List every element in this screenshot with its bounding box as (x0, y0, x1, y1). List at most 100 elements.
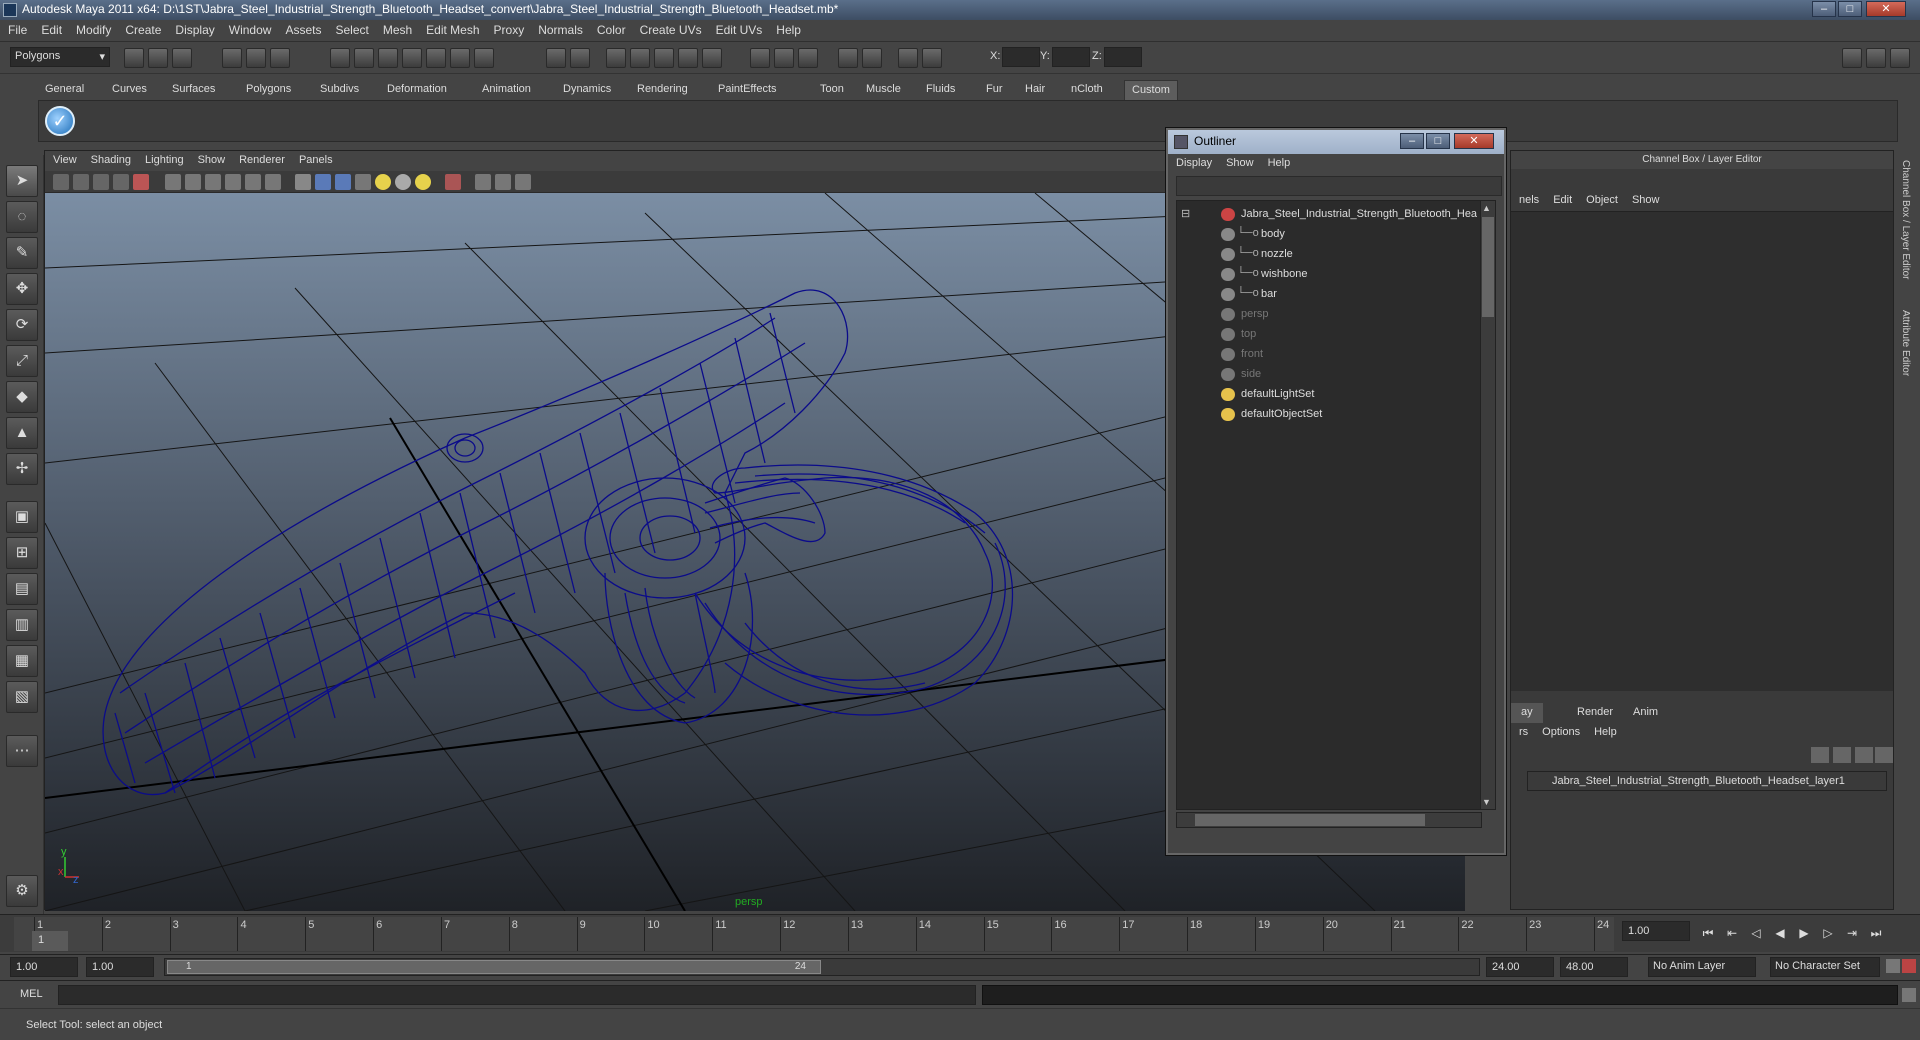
soft-mod-tool-icon[interactable]: ▲ (6, 417, 38, 449)
go-to-start-icon[interactable]: ⏮ (1698, 923, 1718, 943)
menu-set-dropdown[interactable]: Polygons ▾ (10, 47, 110, 67)
outliner-row-top[interactable]: top (1177, 325, 1477, 345)
outliner-row-defaultobjectset[interactable]: defaultObjectSet (1177, 405, 1477, 425)
render-frame-icon[interactable] (570, 48, 590, 68)
graph-layout-icon[interactable]: ▧ (6, 681, 38, 713)
menu-create-uvs[interactable]: Create UVs (632, 20, 708, 42)
outliner-toggle-icon[interactable] (798, 48, 818, 68)
shelf-tab-dynamics[interactable]: Dynamics (556, 80, 618, 100)
shelf-tab-muscle[interactable]: Muscle (859, 80, 908, 100)
bookmark-icon[interactable] (93, 174, 109, 190)
layer-menu-help[interactable]: Help (1586, 723, 1623, 738)
outliner-minimize-button[interactable]: – (1400, 133, 1424, 149)
script-editor-button-icon[interactable] (1902, 988, 1916, 1002)
channel-box-vertical-tab[interactable]: Channel Box / Layer Editor (1900, 160, 1911, 280)
time-slider[interactable]: 1 2 3 4 5 6 7 8 9 10 11 12 13 14 15 16 17 18 19 20 21 22 23 24 1… (0, 914, 1920, 952)
graph-editor-icon[interactable] (774, 48, 794, 68)
display-layer-row[interactable]: Jabra_Steel_Industrial_Strength_Bluetoot… (1527, 771, 1887, 791)
outliner-menu-display[interactable]: Display (1168, 154, 1218, 169)
hypershade-icon[interactable] (678, 48, 698, 68)
layer-tab-render[interactable]: Render (1567, 703, 1623, 723)
menu-file[interactable]: File (0, 20, 33, 42)
shelf-tab-curves[interactable]: Curves (105, 80, 154, 100)
outliner-row-persp[interactable]: persp (1177, 305, 1477, 325)
layer-menu-options[interactable]: Options (1534, 723, 1586, 738)
last-tool-icon[interactable]: ✢ (6, 453, 38, 485)
shelf-tab-subdivs[interactable]: Subdivs (313, 80, 366, 100)
menu-color[interactable]: Color (589, 20, 632, 42)
shelf-tab-surfaces[interactable]: Surfaces (165, 80, 222, 100)
headset-wireframe[interactable] (102, 289, 1013, 796)
new-layer-icon[interactable] (1811, 747, 1829, 763)
shelf-tab-painteffects[interactable]: PaintEffects (711, 80, 784, 100)
paint-select-tool-icon[interactable]: ✎ (6, 237, 38, 269)
layer-menu-rs[interactable]: rs (1511, 723, 1534, 738)
light-spot-icon[interactable] (415, 174, 431, 190)
select-camera-icon[interactable] (445, 174, 461, 190)
outliner-menu-help[interactable]: Help (1260, 154, 1297, 169)
step-back-frame-icon[interactable]: ◁ (1746, 923, 1766, 943)
auto-key-icon[interactable] (1886, 959, 1900, 973)
menu-proxy[interactable]: Proxy (486, 20, 531, 42)
collapse-toggle-icon[interactable]: ⊟ (1181, 207, 1190, 220)
wireframe-icon[interactable] (185, 174, 201, 190)
outliner-vscroll-thumb[interactable] (1482, 217, 1494, 317)
animation-end-field[interactable]: 48.00 (1560, 957, 1628, 977)
attribute-editor-vertical-tab[interactable]: Attribute Editor (1900, 310, 1911, 376)
shelf-tab-deformation[interactable]: Deformation (380, 80, 454, 100)
attribute-icon[interactable] (838, 48, 858, 68)
shelf-tab-hair[interactable]: Hair (1018, 80, 1052, 100)
viewport-menu-view[interactable]: View (45, 151, 83, 166)
resolution-gate-icon[interactable] (495, 174, 511, 190)
outliner-row-bar[interactable]: └─o bar (1177, 285, 1477, 305)
shelf-tab-fluids[interactable]: Fluids (919, 80, 962, 100)
history-icon[interactable] (450, 48, 470, 68)
range-slider-bar[interactable]: 1 24 (164, 958, 1480, 976)
step-forward-frame-icon[interactable]: ▷ (1818, 923, 1838, 943)
shelf-tab-ncloth[interactable]: nCloth (1064, 80, 1110, 100)
shadows-icon[interactable] (355, 174, 371, 190)
menu-select[interactable]: Select (327, 20, 374, 42)
panel-layout-icon[interactable] (750, 48, 770, 68)
move-tool-icon[interactable]: ✥ (6, 273, 38, 305)
x-field[interactable] (1002, 47, 1040, 67)
lasso-tool-icon[interactable]: ◌ (6, 201, 38, 233)
image-plane-icon[interactable] (113, 174, 129, 190)
four-view-layout-icon[interactable]: ⊞ (6, 537, 38, 569)
layer-down-icon[interactable] (1875, 747, 1893, 763)
hypershade-layout-icon[interactable]: ▦ (6, 645, 38, 677)
shelf-tab-custom[interactable]: Custom (1124, 80, 1178, 100)
viewport-menu-show[interactable]: Show (190, 151, 232, 166)
channel-box-body[interactable] (1511, 211, 1893, 691)
new-layer-selected-icon[interactable] (1833, 747, 1851, 763)
save-scene-icon[interactable] (172, 48, 192, 68)
outliner-hscroll-thumb[interactable] (1195, 814, 1425, 826)
new-scene-icon[interactable] (124, 48, 144, 68)
range-slider-thumb[interactable]: 1 24 (167, 960, 821, 974)
outliner-row-jabra-steel-industrial-strength-bluetooth-headset[interactable]: ⊟ Jabra_Steel_Industrial_Strength_Bluetoo… (1177, 205, 1477, 225)
viewport-menu-lighting[interactable]: Lighting (137, 151, 190, 166)
outliner-close-button[interactable]: ✕ (1454, 133, 1494, 149)
manipulator-tool-icon[interactable]: ◆ (6, 381, 38, 413)
select-hierarchy-icon[interactable] (222, 48, 242, 68)
outliner-menu-show[interactable]: Show (1218, 154, 1260, 169)
viewport-menu-panels[interactable]: Panels (291, 151, 339, 166)
default-lighting-icon[interactable] (315, 174, 331, 190)
current-frame-field[interactable]: 1.00 (1622, 921, 1690, 941)
camera-select-icon[interactable] (53, 174, 69, 190)
layer-up-icon[interactable] (1855, 747, 1873, 763)
outliner-vertical-scrollbar[interactable]: ▲ ▼ (1480, 200, 1496, 810)
persp-graph-layout-icon[interactable]: ▥ (6, 609, 38, 641)
minimize-button[interactable]: – (1812, 1, 1836, 17)
y-field[interactable] (1052, 47, 1090, 67)
play-forward-icon[interactable]: ▶ (1794, 923, 1814, 943)
shelf-tab-rendering[interactable]: Rendering (630, 80, 695, 100)
persp-outliner-layout-icon[interactable]: ▤ (6, 573, 38, 605)
menu-display[interactable]: Display (167, 20, 220, 42)
outliner-horizontal-scrollbar[interactable] (1176, 812, 1482, 828)
channel-box-menu-object[interactable]: Object (1578, 191, 1624, 206)
light-point-icon[interactable] (395, 174, 411, 190)
outliner-maximize-button[interactable]: □ (1426, 133, 1450, 149)
outliner-row-front[interactable]: front (1177, 345, 1477, 365)
film-gate-icon[interactable] (133, 174, 149, 190)
